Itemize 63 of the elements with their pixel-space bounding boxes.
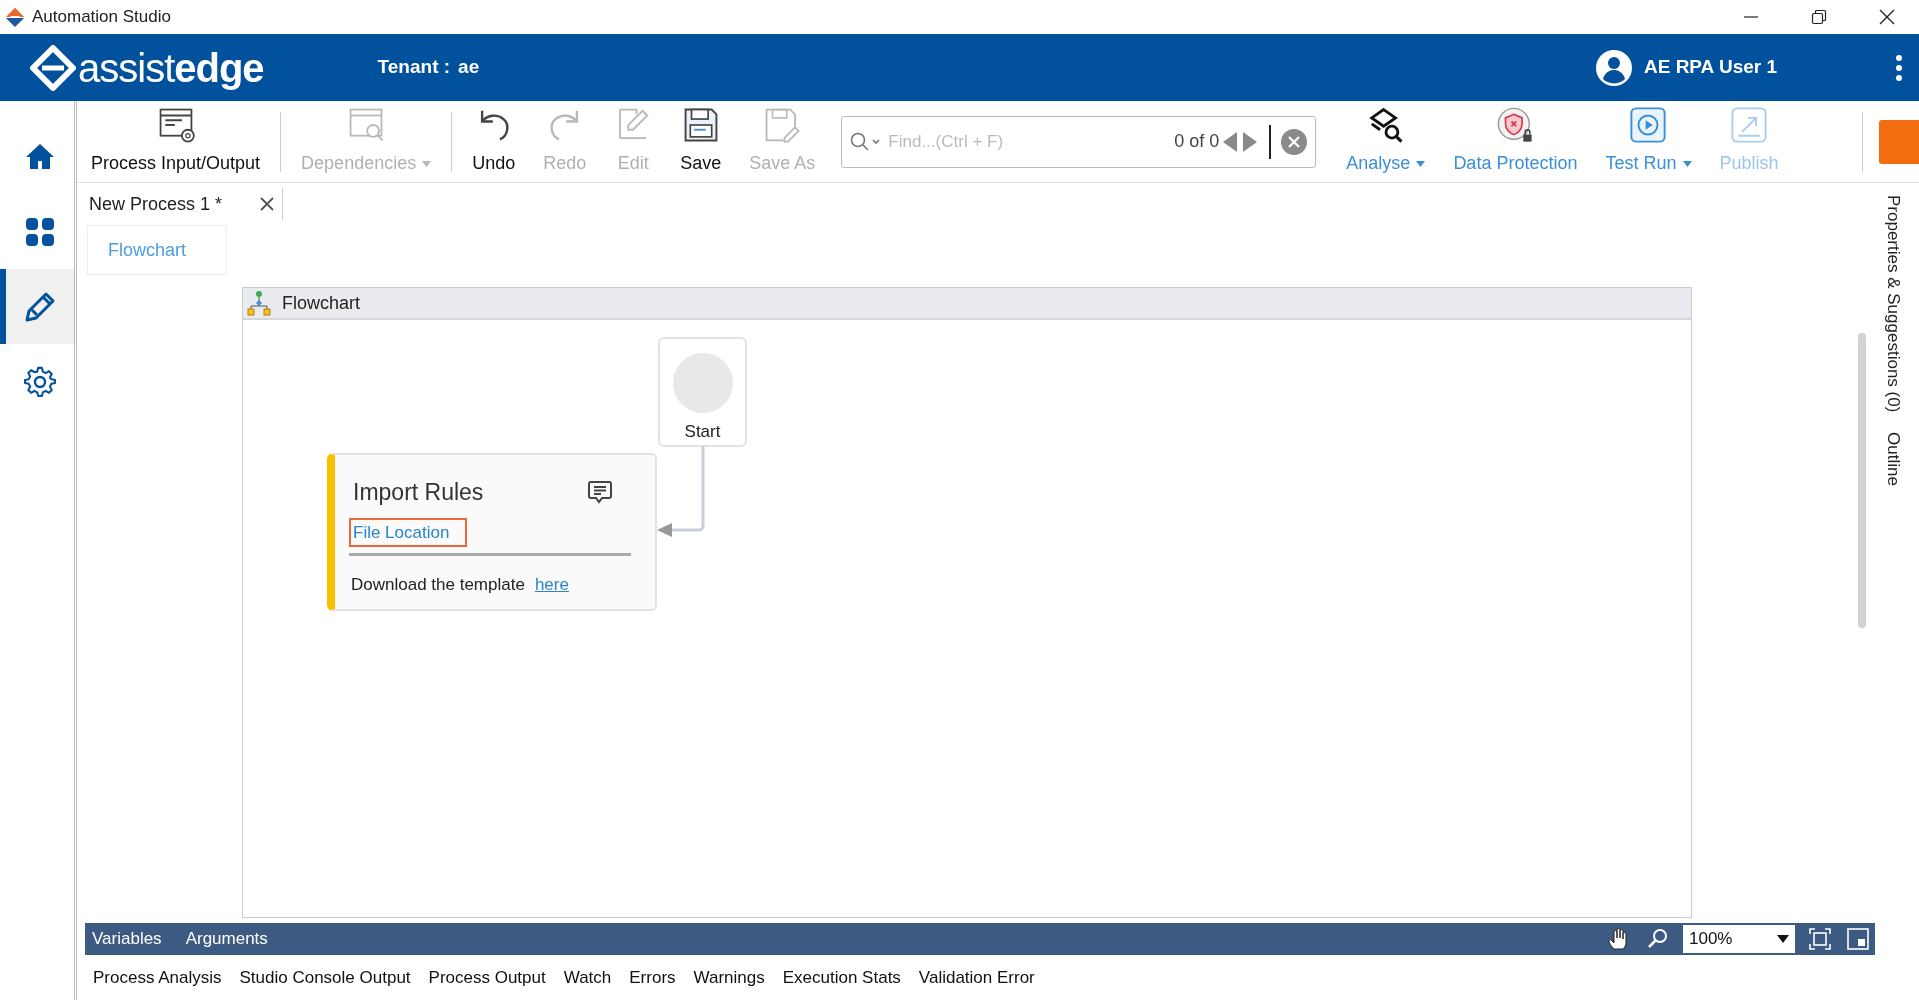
scrollbar[interactable]: [1858, 333, 1866, 628]
close-icon[interactable]: [260, 197, 275, 211]
caret-icon: [1777, 935, 1789, 943]
clear-icon[interactable]: [1281, 128, 1308, 155]
side-panel-tab[interactable]: Properties & Suggestions (0): [1880, 195, 1906, 413]
comment-icon[interactable]: [587, 479, 613, 506]
brand-logo-text: assistedge: [78, 47, 264, 88]
caret-icon: [1682, 160, 1692, 167]
overview-icon[interactable]: [1847, 928, 1869, 950]
output-tab[interactable]: Warnings: [693, 964, 765, 991]
previous-icon[interactable]: [1221, 130, 1240, 153]
flowchart-icon: [246, 290, 272, 316]
more-options-icon[interactable]: [1895, 54, 1903, 81]
search-box[interactable]: Find...(Ctrl + F) 0 of 0: [841, 115, 1317, 168]
designer-title: Flowchart: [282, 291, 361, 315]
start-label: Start: [684, 421, 721, 443]
fit-to-screen-icon[interactable]: [1809, 928, 1831, 950]
find-input[interactable]: Find...(Ctrl + F): [888, 128, 1175, 155]
window-search-icon: [347, 106, 386, 144]
activity-title: Import Rules: [353, 478, 484, 507]
toolbar-button[interactable]: Save: [666, 101, 736, 182]
panel-tab[interactable]: Variables: [92, 926, 162, 952]
output-tab[interactable]: Validation Error: [918, 964, 1035, 991]
apps-grid-icon: [24, 215, 56, 248]
match-count: 0 of 0: [1174, 130, 1220, 153]
caret-icon: [1416, 160, 1426, 167]
tenant-label: Tenant :: [377, 55, 451, 80]
brand-logo-icon: [30, 44, 76, 91]
template-link[interactable]: here: [534, 575, 569, 594]
output-tab[interactable]: Process Analysis: [93, 964, 222, 991]
toolbar-button[interactable]: Process Input/Output: [77, 101, 275, 182]
play-window-icon: [1629, 106, 1668, 144]
output-tab[interactable]: Process Output: [428, 964, 546, 991]
tenant-value: ae: [458, 55, 480, 80]
restore-icon[interactable]: [1811, 9, 1827, 25]
zoom-dropdown[interactable]: 100%: [1683, 925, 1795, 953]
output-tab[interactable]: Studio Console Output: [239, 964, 411, 991]
caret-icon: [422, 160, 432, 167]
shield-lock-icon: [1496, 106, 1535, 144]
search-icon[interactable]: [1647, 928, 1669, 950]
output-tab[interactable]: Errors: [629, 964, 676, 991]
template-note: Download the template: [351, 575, 525, 594]
file-location-field[interactable]: File Location: [349, 517, 467, 547]
share-window-icon: [1730, 106, 1768, 144]
toolbar-button[interactable]: Undo: [458, 101, 530, 182]
panel-tab[interactable]: Arguments: [185, 926, 268, 952]
user-avatar-icon[interactable]: [1595, 49, 1632, 86]
side-panel-tab[interactable]: Outline: [1880, 432, 1906, 487]
floppy-pencil-icon: [763, 106, 802, 144]
toolbar-button[interactable]: Test Run: [1591, 101, 1706, 182]
app-logo-icon: [4, 6, 26, 28]
close-icon[interactable]: [1879, 9, 1895, 25]
user-name[interactable]: AE RPA User 1: [1643, 53, 1777, 82]
output-tab[interactable]: Watch: [563, 964, 612, 991]
output-tab[interactable]: Execution Stats: [782, 964, 901, 991]
side-panel-button[interactable]: [1879, 119, 1919, 164]
start-node[interactable]: Start: [658, 337, 747, 447]
pencil-icon: [24, 290, 56, 323]
window-title: Automation Studio: [32, 6, 171, 29]
settings-icon: [24, 365, 56, 398]
search-icon[interactable]: [850, 131, 883, 152]
activity-card[interactable]: Import Rules File Location Download the template here: [327, 453, 657, 611]
nav-item[interactable]: [0, 269, 74, 344]
